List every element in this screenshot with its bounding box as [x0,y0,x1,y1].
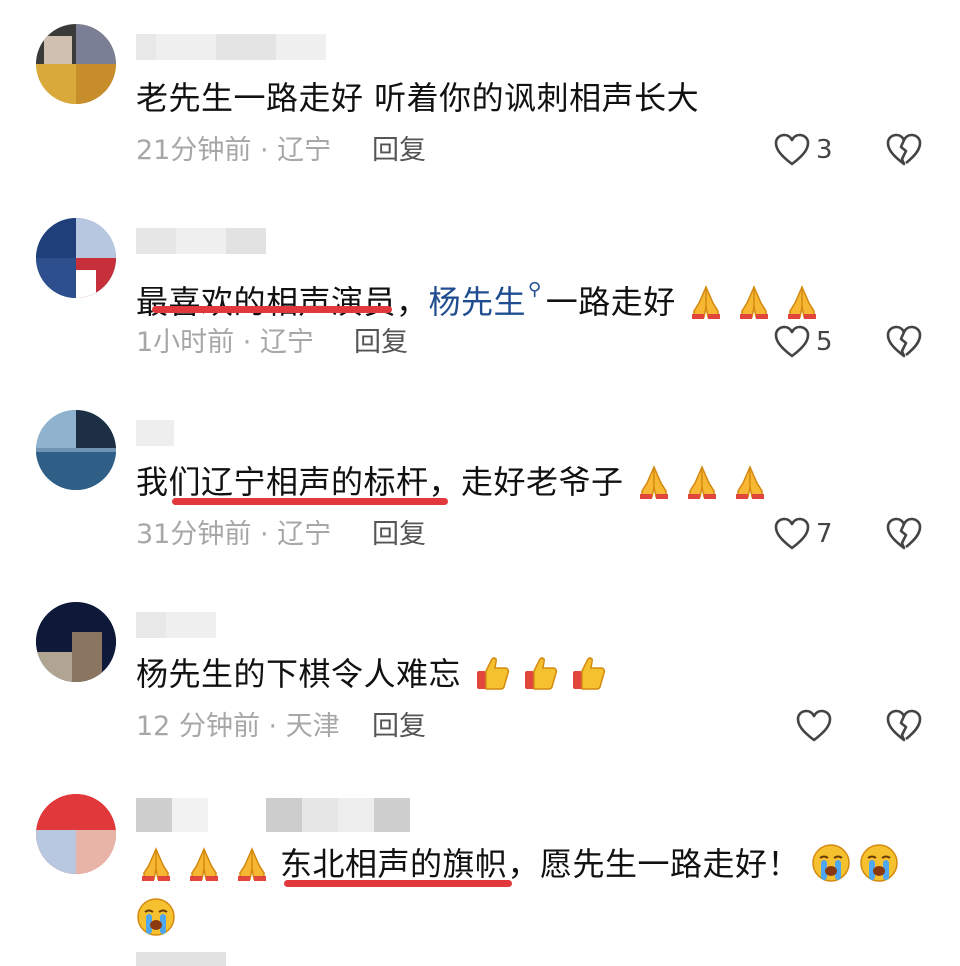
comment-meta: 1小时前 · 辽宁 [136,327,314,358]
reply-button[interactable]: 回复 [372,133,426,169]
dislike-button[interactable] [886,133,922,167]
comment-text: 东北相声的旗帜，愿先生一路走好！ [136,842,907,886]
comment-text: 老先生一路走好 听着你的讽刺相声长大 [136,79,700,117]
like-button[interactable]: 3 [774,133,833,167]
thumbs-up-emoji [524,657,557,690]
crying-face-emoji [137,898,175,936]
thumbs-up-emoji [476,657,509,690]
search-icon[interactable]: ⚲ [528,268,542,312]
highlight-underline [284,880,512,887]
comment-meta: 12 分钟前 · 天津 [136,711,340,742]
dislike-button[interactable] [886,709,922,743]
timestamp: 21分钟前 [136,135,252,166]
timestamp: 31分钟前 [136,519,252,550]
crying-face-emoji [811,844,850,882]
folded-hands-emoji [190,847,218,881]
like-count: 7 [816,519,833,549]
broken-heart-icon [886,133,922,167]
reply-button[interactable]: 回复 [372,709,426,745]
heart-outline-icon [774,325,810,359]
like-count: 5 [816,327,833,357]
broken-heart-icon [886,709,922,743]
comment-text-continued [136,896,184,940]
comment-text: 最喜欢的相声演员，杨先生 ⚲ 一路走好 [136,268,830,324]
comment-text: 杨先生的下棋令人难忘 [136,652,616,696]
avatar[interactable] [36,602,116,682]
folded-hands-emoji [238,847,266,881]
broken-heart-icon [886,325,922,359]
location: 辽宁 [277,519,332,550]
folded-hands-emoji [788,285,817,319]
like-button[interactable]: 7 [774,517,833,551]
like-button[interactable]: 5 [774,325,833,359]
dislike-button[interactable] [886,517,922,551]
dislike-button[interactable] [886,325,922,359]
like-button[interactable] [796,709,832,743]
thumbs-up-emoji [572,657,605,690]
heart-outline-icon [774,517,810,551]
folded-hands-emoji [736,465,765,499]
highlight-underline [152,306,392,313]
folded-hands-emoji [692,285,721,319]
comment-meta: 31分钟前 · 辽宁 [136,519,332,550]
heart-outline-icon [774,133,810,167]
folded-hands-emoji [640,465,669,499]
like-count: 3 [816,135,833,165]
highlight-underline [172,498,448,505]
folded-hands-emoji [142,847,170,881]
avatar[interactable] [36,24,116,104]
avatar[interactable] [36,794,116,874]
heart-outline-icon [796,709,832,743]
username-blurred[interactable] [136,34,326,60]
username-blurred[interactable] [136,612,216,638]
mention-link[interactable]: 杨先生 [429,283,527,321]
folded-hands-emoji [740,285,769,319]
comment-meta: 21分钟前 · 辽宁 [136,135,332,166]
timestamp: 12 分钟前 [136,711,260,742]
location: 天津 [285,711,340,742]
location: 辽宁 [277,135,332,166]
folded-hands-emoji [688,465,717,499]
reply-button[interactable]: 回复 [372,517,426,553]
avatar[interactable] [36,218,116,298]
username-blurred[interactable] [136,228,266,254]
crying-face-emoji [859,844,898,882]
username-blurred[interactable] [136,420,174,446]
timestamp: 1小时前 [136,327,235,358]
avatar[interactable] [36,410,116,490]
comment-meta-partial [136,952,226,966]
location: 辽宁 [259,327,314,358]
reply-button[interactable]: 回复 [354,325,408,361]
username-blurred[interactable] [136,798,410,832]
broken-heart-icon [886,517,922,551]
